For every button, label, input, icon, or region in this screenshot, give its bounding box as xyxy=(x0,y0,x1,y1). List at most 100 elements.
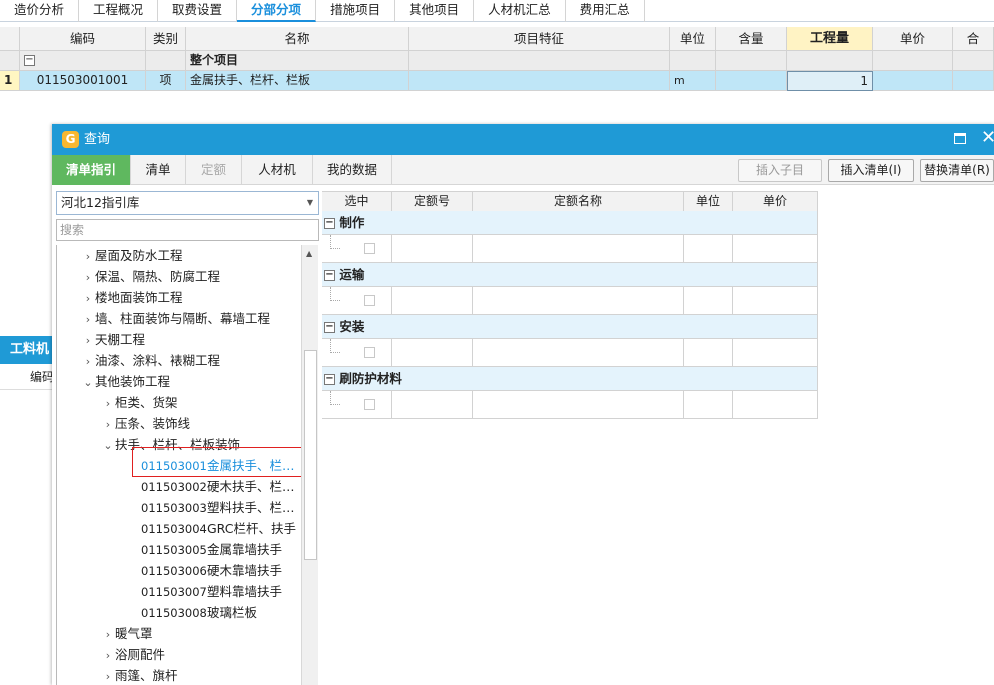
quota-group[interactable]: − 安装 xyxy=(322,315,818,339)
tab-list[interactable]: 清单 xyxy=(131,155,186,185)
tree-node[interactable]: › 墙、柱面装饰与隔断、幕墙工程 xyxy=(81,308,270,329)
tab-my-data[interactable]: 我的数据 xyxy=(313,155,392,185)
tab-fee-summary[interactable]: 费用汇总 xyxy=(566,0,645,22)
chevron-right-icon[interactable]: › xyxy=(81,246,95,267)
row-price[interactable] xyxy=(733,339,818,367)
row-quota-name[interactable] xyxy=(473,391,684,419)
chevron-right-icon[interactable]: › xyxy=(101,393,115,414)
tab-fee-settings[interactable]: 取费设置 xyxy=(158,0,238,22)
tree-node[interactable]: › 保温、隔热、防腐工程 xyxy=(81,266,220,287)
tree-node[interactable]: › 楼地面装饰工程 xyxy=(81,287,183,308)
row-quota-name[interactable] xyxy=(473,235,684,263)
select-checkbox[interactable] xyxy=(364,399,375,410)
tab-project-overview[interactable]: 工程概况 xyxy=(79,0,159,22)
header-name[interactable]: 名称 xyxy=(186,27,409,51)
row-quota-no[interactable] xyxy=(392,339,473,367)
header-quantity[interactable]: 工程量 xyxy=(787,27,873,51)
tree-leaf[interactable]: 011503006硬木靠墙扶手 xyxy=(141,560,282,581)
replace-list-button[interactable]: 替换清单(R) xyxy=(920,159,994,182)
section-row[interactable]: − 整个项目 xyxy=(0,51,994,71)
tree-node[interactable]: › 暖气罩 xyxy=(101,623,153,644)
tab-sub-items[interactable]: 分部分项 xyxy=(237,0,317,22)
tree-leaf[interactable]: 011503005金属靠墙扶手 xyxy=(141,539,282,560)
tree-node[interactable]: › 雨篷、旗杆 xyxy=(101,665,178,685)
row-quota-name[interactable] xyxy=(473,339,684,367)
dropdown-arrow-icon[interactable]: ▼ xyxy=(307,192,313,214)
col-unit[interactable]: 单位 xyxy=(684,192,733,212)
chevron-right-icon[interactable]: › xyxy=(101,645,115,666)
maximize-icon[interactable] xyxy=(954,133,966,144)
tree-leaf[interactable]: 011503003塑料扶手、栏… xyxy=(141,497,295,518)
insert-subitem-button[interactable]: 插入子目 xyxy=(738,159,822,182)
row-type[interactable]: 项 xyxy=(146,71,186,91)
tree-leaf[interactable]: 011503004GRC栏杆、扶手 xyxy=(141,518,296,539)
section-collapse[interactable]: − xyxy=(20,51,146,71)
collapse-icon[interactable]: − xyxy=(324,322,335,333)
row-content[interactable] xyxy=(716,71,787,91)
tree-leaf[interactable]: 011503008玻璃栏板 xyxy=(141,602,257,623)
header-total[interactable]: 合 xyxy=(953,27,994,51)
row-price[interactable] xyxy=(733,391,818,419)
chevron-right-icon[interactable]: › xyxy=(101,624,115,645)
table-row[interactable]: 1 011503001001 项 金属扶手、栏杆、栏板 m 1 xyxy=(0,71,994,91)
row-unit[interactable] xyxy=(684,287,733,315)
dialog-title-bar[interactable]: G 查询 ✕ xyxy=(52,124,994,155)
tab-other-items[interactable]: 其他项目 xyxy=(395,0,475,22)
header-content[interactable]: 含量 xyxy=(716,27,787,51)
scroll-up-icon[interactable]: ▲ xyxy=(306,249,312,258)
row-quota-no[interactable] xyxy=(392,235,473,263)
tree-node[interactable]: › 浴厕配件 xyxy=(101,644,165,665)
col-quota-name[interactable]: 定额名称 xyxy=(473,192,684,212)
insert-list-button[interactable]: 插入清单(I) xyxy=(828,159,914,182)
tree-leaf[interactable]: 011503007塑料靠墙扶手 xyxy=(141,581,282,602)
header-unit[interactable]: 单位 xyxy=(670,27,716,51)
chevron-right-icon[interactable]: › xyxy=(101,414,115,435)
select-checkbox[interactable] xyxy=(364,295,375,306)
row-code[interactable]: 011503001001 xyxy=(20,71,146,91)
row-unit[interactable] xyxy=(684,235,733,263)
quota-group[interactable]: − 制作 xyxy=(322,211,818,235)
quota-row[interactable] xyxy=(322,339,818,367)
tab-measures[interactable]: 措施项目 xyxy=(316,0,396,22)
header-feature[interactable]: 项目特征 xyxy=(409,27,670,51)
row-quantity[interactable]: 1 xyxy=(787,71,873,91)
tab-labor-material-summary[interactable]: 人材机汇总 xyxy=(474,0,566,22)
quota-row[interactable] xyxy=(322,287,818,315)
header-price[interactable]: 单价 xyxy=(873,27,953,51)
row-price[interactable] xyxy=(733,235,818,263)
tree-node[interactable]: › 压条、装饰线 xyxy=(101,413,190,434)
quota-group[interactable]: − 运输 xyxy=(322,263,818,287)
tree-node[interactable]: › 天棚工程 xyxy=(81,329,145,350)
header-code[interactable]: 编码 xyxy=(20,27,146,51)
tab-quota[interactable]: 定额 xyxy=(186,155,242,185)
row-unit[interactable] xyxy=(684,339,733,367)
row-quota-no[interactable] xyxy=(392,287,473,315)
collapse-icon[interactable]: − xyxy=(324,218,335,229)
tab-list-guide[interactable]: 清单指引 xyxy=(52,155,131,185)
row-quota-name[interactable] xyxy=(473,287,684,315)
row-unit[interactable]: m xyxy=(670,71,716,91)
col-price[interactable]: 单价 xyxy=(733,192,818,212)
row-feature[interactable] xyxy=(409,71,670,91)
search-input[interactable]: 搜索 xyxy=(56,219,319,241)
col-selected[interactable]: 选中 xyxy=(322,192,392,212)
chevron-down-icon[interactable]: ⌄ xyxy=(101,435,115,456)
row-total[interactable] xyxy=(953,71,994,91)
scrollbar-thumb[interactable] xyxy=(304,350,317,560)
tree-node[interactable]: ⌄ 其他装饰工程 xyxy=(81,371,170,392)
row-unit[interactable] xyxy=(684,391,733,419)
collapse-icon[interactable]: − xyxy=(324,270,335,281)
chevron-right-icon[interactable]: › xyxy=(81,288,95,309)
tree-node[interactable]: › 柜类、货架 xyxy=(101,392,178,413)
chevron-right-icon[interactable]: › xyxy=(81,330,95,351)
row-price[interactable] xyxy=(733,287,818,315)
chevron-down-icon[interactable]: ⌄ xyxy=(81,372,95,393)
chevron-right-icon[interactable]: › xyxy=(81,267,95,288)
quota-row[interactable] xyxy=(322,391,818,419)
tree-node[interactable]: › 屋面及防水工程 xyxy=(81,245,183,266)
row-quota-no[interactable] xyxy=(392,391,473,419)
chevron-right-icon[interactable]: › xyxy=(81,351,95,372)
collapse-icon[interactable]: − xyxy=(24,55,35,66)
tree-scrollbar[interactable]: ▲ xyxy=(301,245,318,685)
library-select[interactable]: 河北12指引库 ▼ xyxy=(56,191,319,215)
